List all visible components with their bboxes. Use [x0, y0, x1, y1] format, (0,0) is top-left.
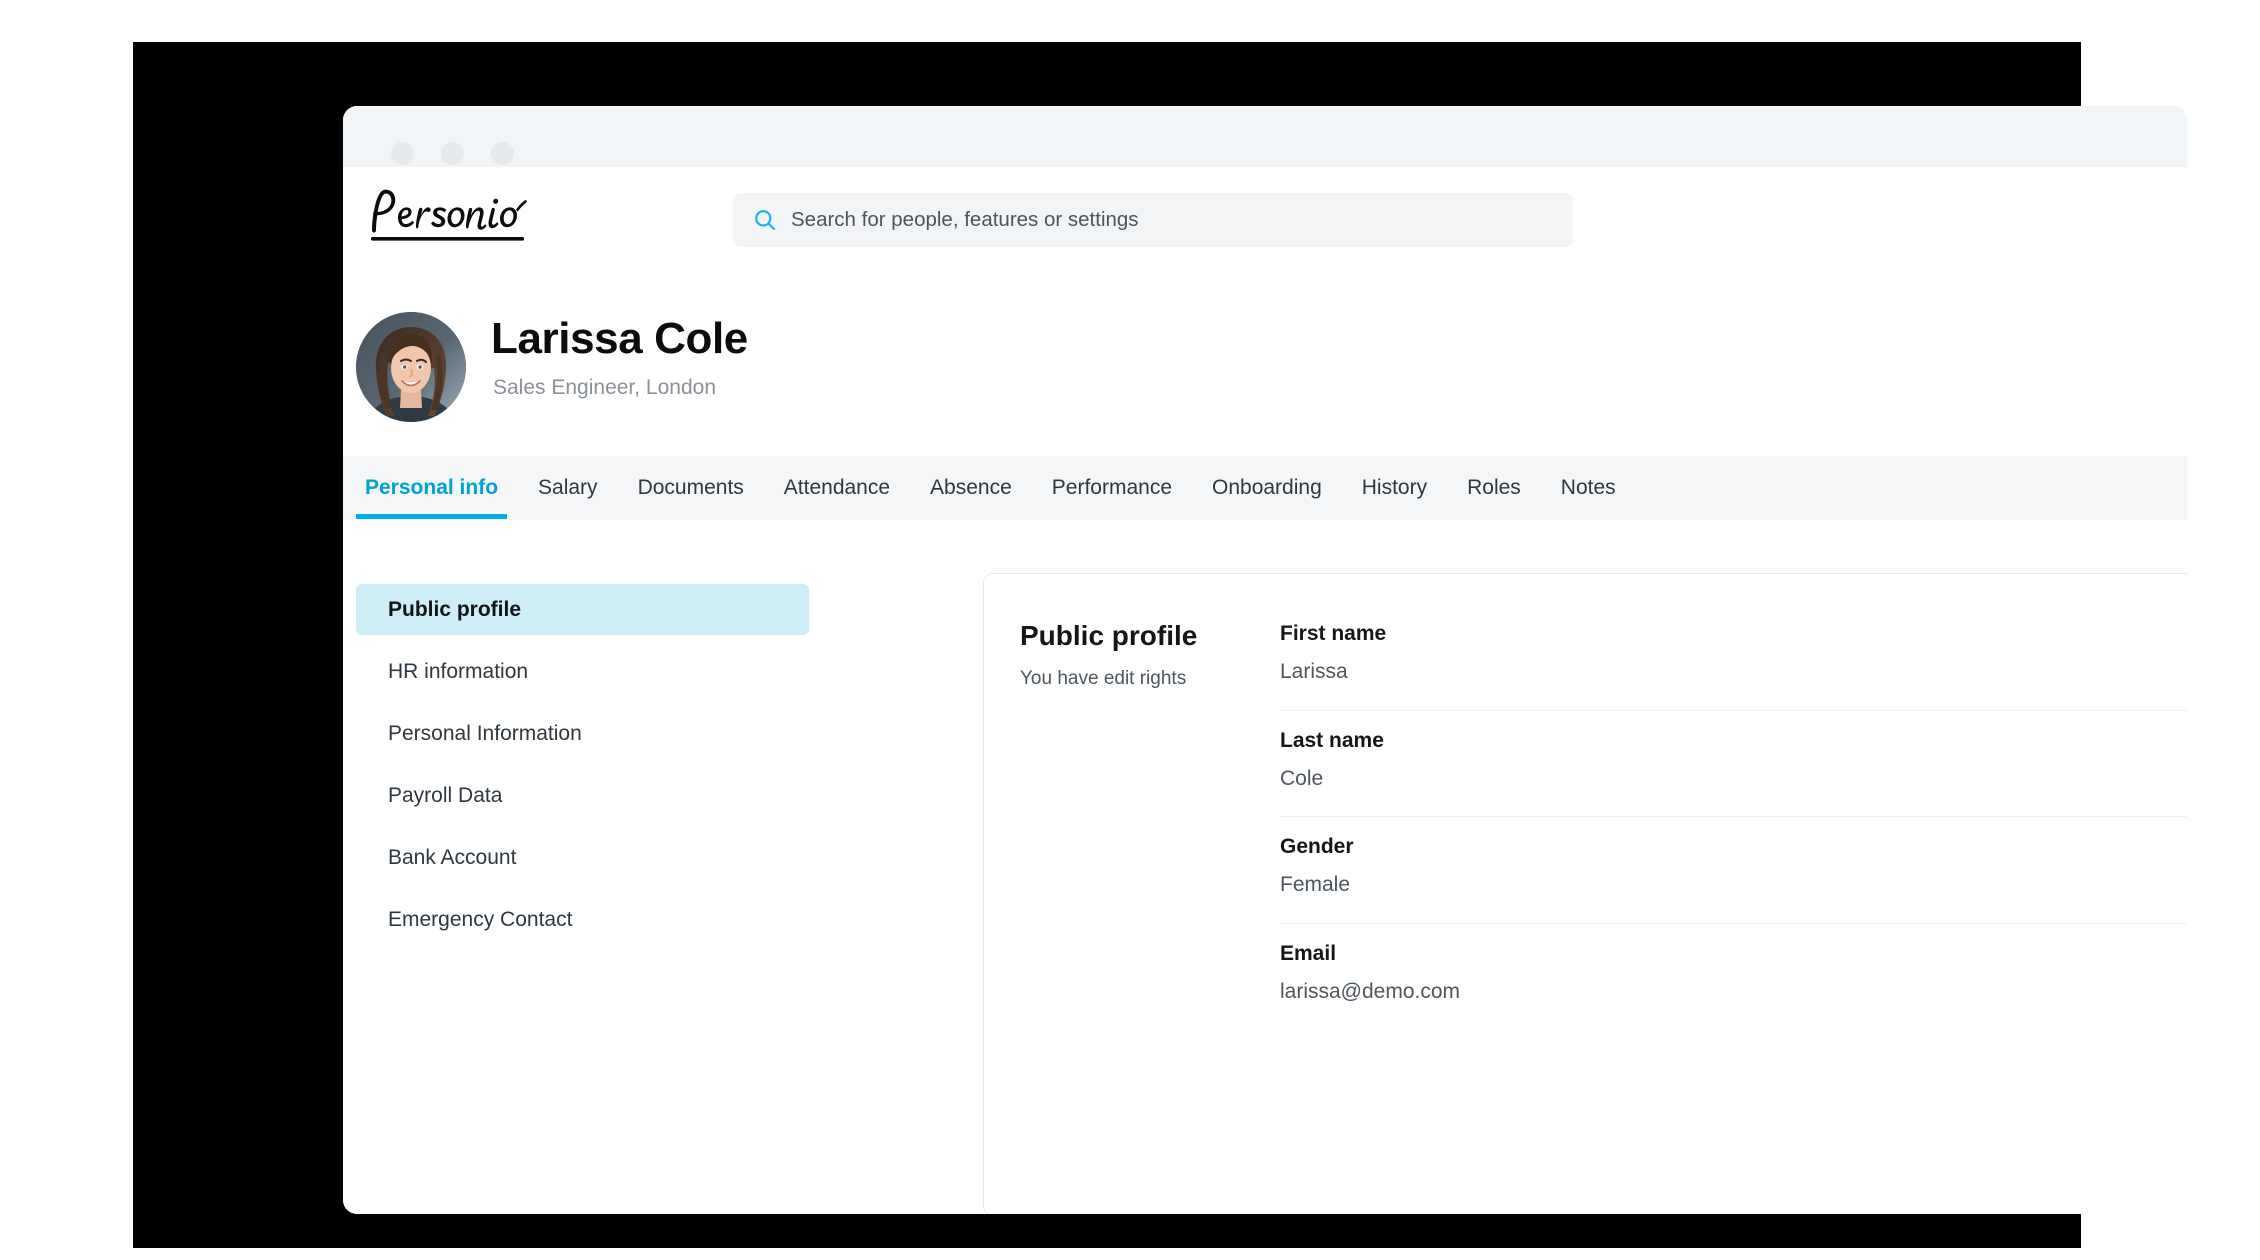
- field-value: Female: [1280, 873, 1351, 897]
- tab-personal-info[interactable]: Personal info: [345, 456, 518, 519]
- tab-attendance[interactable]: Attendance: [764, 456, 910, 519]
- profile-tabbar: Personal info Salary Documents Attendance Ab…: [343, 456, 2187, 521]
- profile-subtitle: Sales Engineer, London: [493, 376, 717, 399]
- tab-label: Performance: [1051, 475, 1172, 499]
- sidebar-item-label: Personal Information: [388, 721, 582, 745]
- public-profile-fields: First name Larissa Last name Cole Gender Fema…: [1280, 604, 2187, 1029]
- profile-content: Public profile HR information Personal Inf…: [343, 520, 2187, 1214]
- tab-roles[interactable]: Roles: [1447, 456, 1541, 519]
- sidebar-item-emergency-contact[interactable]: Emergency Contact: [356, 894, 809, 945]
- tab-onboarding[interactable]: Onboarding: [1192, 456, 1342, 519]
- titlebar-minimize-dot[interactable]: [441, 142, 464, 165]
- sidebar-item-label: HR information: [388, 659, 529, 683]
- sidebar-item-bank-account[interactable]: Bank Account: [356, 832, 809, 883]
- tab-salary[interactable]: Salary: [518, 456, 618, 519]
- sidebar-item-hr-information[interactable]: HR information: [356, 646, 809, 697]
- titlebar-close-dot[interactable]: [391, 142, 414, 165]
- field-row[interactable]: Gender Female: [1280, 817, 2187, 924]
- field-row[interactable]: Email larissa@demo.com: [1280, 924, 2187, 1030]
- browser-titlebar: [343, 106, 2187, 167]
- tab-label: Personal info: [365, 475, 499, 499]
- public-profile-card: Public profile You have edit rights Firs…: [983, 573, 2187, 1214]
- sidebar-item-label: Bank Account: [388, 845, 517, 869]
- profile-header: Larissa Cole Sales Engineer, London: [343, 268, 2187, 422]
- card-title: Public profile: [1020, 620, 1198, 651]
- field-label: First name: [1280, 622, 1387, 645]
- field-value: Cole: [1280, 766, 1324, 790]
- tab-label: History: [1361, 475, 1428, 499]
- tab-history[interactable]: History: [1342, 456, 1447, 519]
- tab-documents[interactable]: Documents: [618, 456, 764, 519]
- card-header: Public profile You have edit rights: [1020, 619, 1270, 690]
- tab-label: Attendance: [783, 475, 891, 499]
- tab-label: Absence: [930, 475, 1012, 499]
- avatar: [356, 312, 466, 422]
- card-subtitle: You have edit rights: [1020, 667, 1187, 689]
- tab-list: Personal info Salary Documents Attendance Ab…: [343, 456, 1636, 520]
- field-row[interactable]: Last name Cole: [1280, 711, 2187, 818]
- field-label: Last name: [1280, 728, 1384, 752]
- tab-performance[interactable]: Performance: [1032, 456, 1192, 519]
- sidebar-item-label: Emergency Contact: [388, 907, 573, 931]
- personal-info-sidebar: Public profile HR information Personal Inf…: [356, 584, 809, 956]
- titlebar-maximize-dot[interactable]: [491, 142, 514, 165]
- search-icon: [753, 208, 777, 232]
- field-value: larissa@demo.com: [1280, 980, 1461, 1004]
- tab-notes[interactable]: Notes: [1541, 456, 1636, 519]
- tab-label: Roles: [1467, 475, 1521, 499]
- device-frame: Larissa Cole Sales Engineer, London Pers…: [133, 42, 2187, 1248]
- tab-label: Notes: [1560, 475, 1616, 499]
- screenshot-stage: Larissa Cole Sales Engineer, London Pers…: [0, 0, 2260, 1260]
- personio-logo[interactable]: [358, 179, 538, 251]
- sidebar-item-public-profile[interactable]: Public profile: [356, 584, 809, 635]
- browser-window: Larissa Cole Sales Engineer, London Pers…: [343, 106, 2187, 1214]
- tab-label: Onboarding: [1212, 475, 1322, 499]
- app-topbar: [343, 167, 2187, 268]
- sidebar-item-personal-information[interactable]: Personal Information: [356, 708, 809, 759]
- sidebar-item-label: Public profile: [388, 597, 522, 621]
- field-label: Gender: [1280, 835, 1354, 859]
- sidebar-item-label: Payroll Data: [388, 783, 503, 807]
- field-value: Larissa: [1280, 660, 1348, 684]
- field-row[interactable]: First name Larissa: [1280, 604, 2187, 711]
- sidebar-item-payroll-data[interactable]: Payroll Data: [356, 770, 809, 821]
- page-title: Larissa Cole: [491, 314, 748, 363]
- search-input[interactable]: [791, 193, 1551, 247]
- tab-label: Salary: [538, 475, 598, 499]
- tab-absence[interactable]: Absence: [910, 456, 1032, 519]
- tab-label: Documents: [637, 475, 744, 499]
- field-label: Email: [1280, 941, 1337, 965]
- global-search-bar[interactable]: [733, 193, 1573, 247]
